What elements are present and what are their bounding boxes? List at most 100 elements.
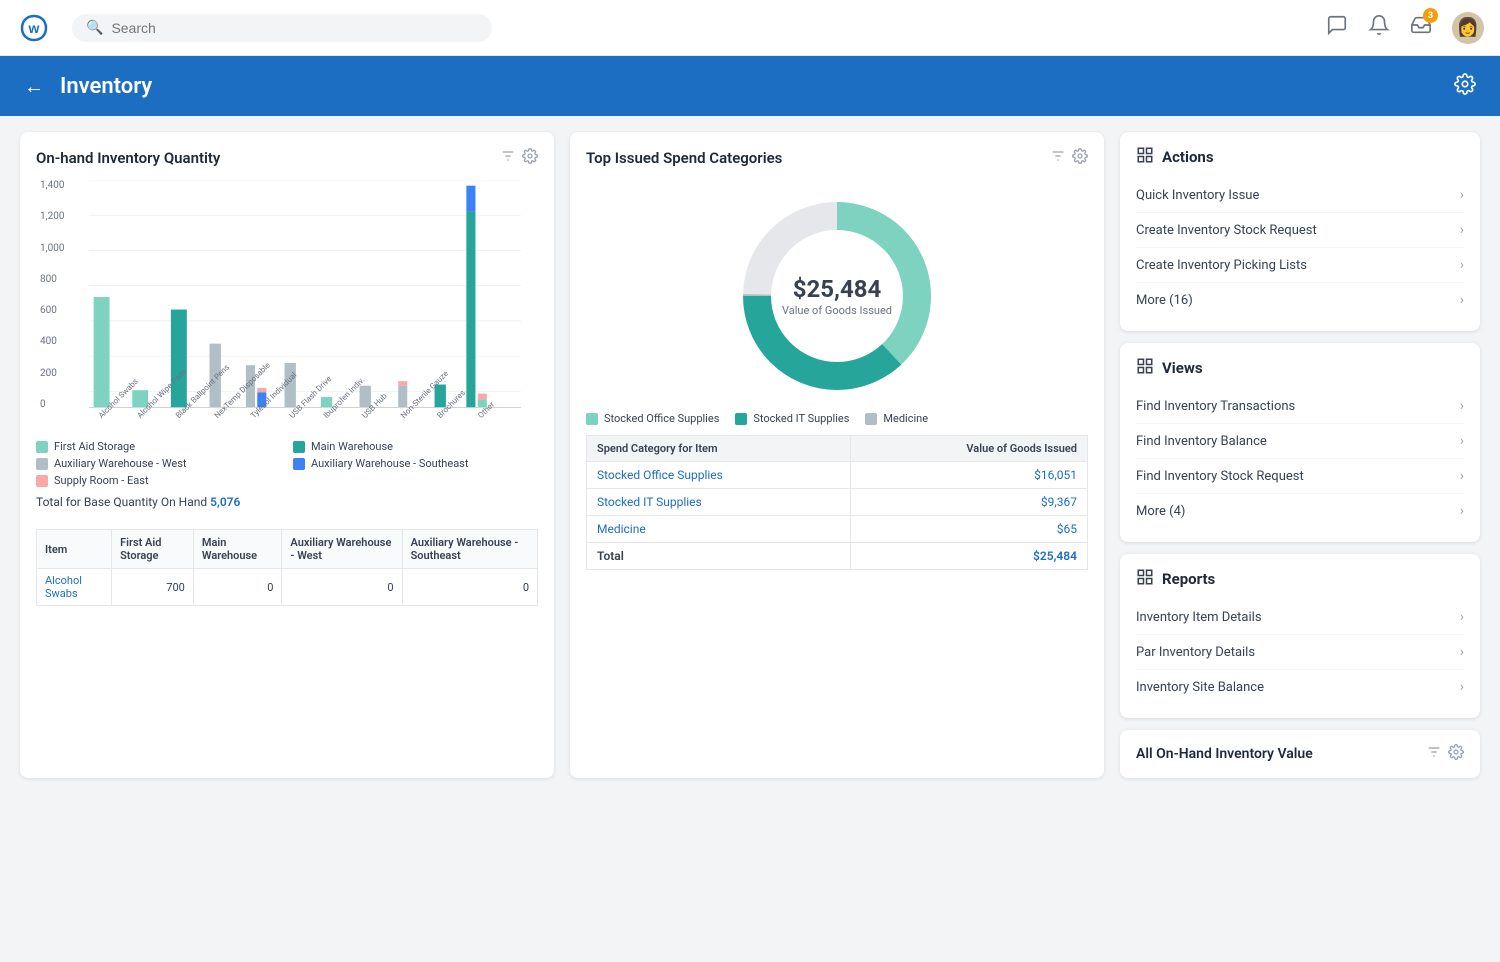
donut-chart-card: Top Issued Spend Categories (570, 132, 1104, 778)
legend-color-first-aid (36, 441, 48, 453)
view-item-balance[interactable]: Find Inventory Balance › (1136, 424, 1464, 459)
chevron-icon: › (1460, 468, 1464, 484)
spend-val-it: $9,367 (851, 489, 1088, 516)
col-aux-se: Auxiliary Warehouse - Southeast (402, 530, 537, 569)
inbox-badge: 3 (1423, 8, 1438, 23)
legend-dot-office (586, 413, 598, 425)
view-item-stock-request[interactable]: Find Inventory Stock Request › (1136, 459, 1464, 494)
actions-card: Actions Quick Inventory Issue › Create I… (1120, 132, 1480, 331)
bar-chart-title: On-hand Inventory Quantity (36, 149, 220, 167)
action-item-quick[interactable]: Quick Inventory Issue › (1136, 178, 1464, 213)
legend-color-supply-east (36, 475, 48, 487)
spend-row: Stocked Office Supplies $16,051 (587, 462, 1088, 489)
bar-chart-table-container: Item First Aid Storage Main Warehouse Au… (36, 517, 538, 606)
main-content: On-hand Inventory Quantity 1,4001,2001,0… (0, 116, 1500, 794)
action-item-more[interactable]: More (16) › (1136, 283, 1464, 317)
spend-row: Stocked IT Supplies $9,367 (587, 489, 1088, 516)
legend-label-it: Stocked IT Supplies (753, 412, 849, 425)
legend-label-supply-east: Supply Room - East (54, 474, 149, 487)
chevron-icon: › (1460, 644, 1464, 660)
legend-item: Supply Room - East (36, 474, 281, 487)
view-label-stock-request: Find Inventory Stock Request (1136, 469, 1304, 484)
legend-label-medicine: Medicine (883, 412, 928, 425)
spend-cat-office[interactable]: Stocked Office Supplies (587, 462, 851, 489)
action-label-quick: Quick Inventory Issue (1136, 188, 1259, 203)
legend-label-main-wh: Main Warehouse (311, 440, 393, 453)
legend-label-office: Stocked Office Supplies (604, 412, 719, 425)
legend-dot-medicine (865, 413, 877, 425)
report-label-details: Inventory Item Details (1136, 610, 1262, 625)
spend-cat-it[interactable]: Stocked IT Supplies (587, 489, 851, 516)
legend-item: Auxiliary Warehouse - West (36, 457, 281, 470)
bar-chart-header: On-hand Inventory Quantity (36, 148, 538, 168)
svg-text:w: w (28, 20, 40, 36)
bar-chart-legend: First Aid Storage Main Warehouse Auxilia… (36, 440, 538, 487)
donut-label: $25,484 Value of Goods Issued (782, 275, 892, 317)
bar-chart-area: 1,4001,2001,0008006004002000 (72, 180, 538, 430)
report-label-par: Par Inventory Details (1136, 645, 1255, 660)
spend-col-cat: Spend Category for Item (587, 436, 851, 462)
filter-icon[interactable] (500, 148, 516, 168)
views-card: Views Find Inventory Transactions › Find… (1120, 343, 1480, 542)
bar-chart-table: Item First Aid Storage Main Warehouse Au… (36, 529, 538, 606)
workday-logo: w (16, 10, 52, 46)
search-input[interactable] (111, 20, 478, 36)
all-inv-title: All On-Hand Inventory Value (1136, 746, 1313, 762)
filter-icon-donut[interactable] (1050, 148, 1066, 168)
report-item-details[interactable]: Inventory Item Details › (1136, 600, 1464, 635)
chevron-icon: › (1460, 222, 1464, 238)
search-bar[interactable]: 🔍 (72, 14, 492, 42)
settings-icon[interactable] (1454, 73, 1476, 100)
legend-label-first-aid: First Aid Storage (54, 440, 135, 453)
total-value[interactable]: 5,076 (210, 495, 240, 509)
actions-title: Actions (1136, 146, 1464, 168)
donut-chart-header: Top Issued Spend Categories (586, 148, 1088, 168)
settings-icon-all-inv[interactable] (1448, 744, 1464, 764)
col-item: Item (37, 530, 112, 569)
legend-item-office: Stocked Office Supplies (586, 412, 719, 425)
chevron-icon: › (1460, 187, 1464, 203)
bar-chart-icons (500, 148, 538, 168)
table-row: Alcohol Swabs 700 0 0 0 (37, 569, 538, 606)
settings-icon-chart[interactable] (522, 148, 538, 168)
view-item-more[interactable]: More (4) › (1136, 494, 1464, 528)
legend-color-aux-se (293, 458, 305, 470)
legend-item: Auxiliary Warehouse - Southeast (293, 457, 538, 470)
report-item-par[interactable]: Par Inventory Details › (1136, 635, 1464, 670)
action-item-stock[interactable]: Create Inventory Stock Request › (1136, 213, 1464, 248)
qty-cell: 0 (193, 569, 282, 606)
qty-cell: 0 (402, 569, 537, 606)
right-panel: Actions Quick Inventory Issue › Create I… (1120, 132, 1480, 778)
col-first-aid: First Aid Storage (112, 530, 194, 569)
report-item-site-balance[interactable]: Inventory Site Balance › (1136, 670, 1464, 704)
nav-icons: 3 👩 (1326, 12, 1484, 44)
user-avatar[interactable]: 👩 (1452, 12, 1484, 44)
all-inventory-card: All On-Hand Inventory Value (1120, 730, 1480, 778)
page-title: Inventory (60, 74, 152, 99)
all-inv-icons (1426, 744, 1464, 764)
settings-icon-donut[interactable] (1072, 148, 1088, 168)
views-icon (1136, 357, 1154, 379)
header-bar: ← Inventory (0, 56, 1500, 116)
legend-color-aux-west (36, 458, 48, 470)
spend-total-row: Total $25,484 (587, 543, 1088, 570)
inbox-icon-btn[interactable]: 3 (1410, 14, 1432, 41)
filter-icon-all-inv[interactable] (1426, 744, 1442, 764)
col-main-wh: Main Warehouse (193, 530, 282, 569)
qty-cell: 700 (112, 569, 194, 606)
spend-total-label: Total (587, 543, 851, 570)
chat-icon-btn[interactable] (1326, 14, 1348, 41)
item-name-cell[interactable]: Alcohol Swabs (37, 569, 112, 606)
spend-cat-medicine[interactable]: Medicine (587, 516, 851, 543)
action-item-picking[interactable]: Create Inventory Picking Lists › (1136, 248, 1464, 283)
bell-icon-btn[interactable] (1368, 14, 1390, 41)
spend-val-medicine: $65 (851, 516, 1088, 543)
qty-cell: 0 (282, 569, 402, 606)
spend-total-val: $25,484 (851, 543, 1088, 570)
legend-color-main-wh (293, 441, 305, 453)
view-item-transactions[interactable]: Find Inventory Transactions › (1136, 389, 1464, 424)
report-label-site-balance: Inventory Site Balance (1136, 680, 1264, 695)
spend-row: Medicine $65 (587, 516, 1088, 543)
chevron-icon: › (1460, 398, 1464, 414)
back-button[interactable]: ← (24, 74, 44, 99)
